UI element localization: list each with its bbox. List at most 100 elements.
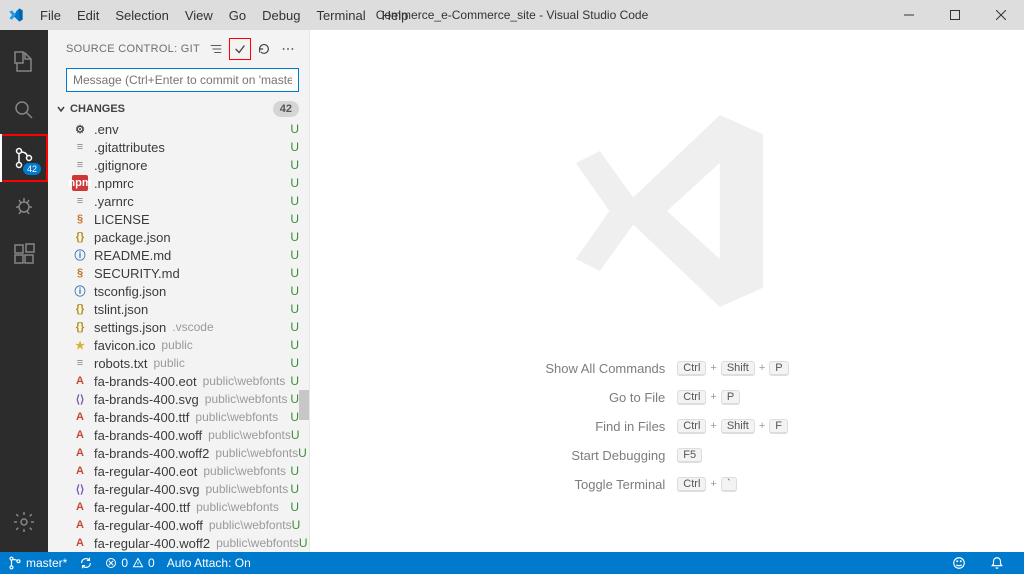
menu-debug[interactable]: Debug xyxy=(254,4,308,27)
file-path: public\webfonts xyxy=(205,392,288,406)
file-status: U xyxy=(290,500,299,514)
change-row[interactable]: Afa-brands-400.eotpublic\webfontsU xyxy=(48,372,309,390)
file-status: U xyxy=(290,374,299,388)
shortcut-keys: Ctrl+` xyxy=(677,477,788,492)
change-row[interactable]: {}package.jsonU xyxy=(48,228,309,246)
file-name: README.md xyxy=(94,248,171,263)
menu-go[interactable]: Go xyxy=(221,4,254,27)
change-row[interactable]: Afa-brands-400.ttfpublic\webfontsU xyxy=(48,408,309,426)
change-row[interactable]: Afa-regular-400.eotpublic\webfontsU xyxy=(48,462,309,480)
file-status: U xyxy=(290,248,299,262)
file-name: .gitattributes xyxy=(94,140,165,155)
menu-bar: FileEditSelectionViewGoDebugTerminalHelp xyxy=(32,4,416,27)
change-row[interactable]: ⓘREADME.mdU xyxy=(48,246,309,264)
status-bell[interactable] xyxy=(990,556,1004,570)
change-row[interactable]: ≡.yarnrcU xyxy=(48,192,309,210)
file-status: U xyxy=(290,302,299,316)
commit-check-icon[interactable] xyxy=(229,38,251,60)
sidebar-title: SOURCE CONTROL: GIT xyxy=(66,43,205,55)
commit-message-input[interactable] xyxy=(66,68,299,92)
file-name: LICENSE xyxy=(94,212,150,227)
menu-edit[interactable]: Edit xyxy=(69,4,107,27)
shortcut-label: Start Debugging xyxy=(545,448,665,463)
change-row[interactable]: Afa-brands-400.woffpublic\webfontsU xyxy=(48,426,309,444)
change-row[interactable]: ⟨⟩fa-regular-400.svgpublic\webfontsU xyxy=(48,480,309,498)
maximize-button[interactable] xyxy=(932,0,978,30)
file-name: robots.txt xyxy=(94,356,147,371)
file-name: fa-brands-400.woff xyxy=(94,428,202,443)
change-row[interactable]: §SECURITY.mdU xyxy=(48,264,309,282)
file-name: fa-regular-400.eot xyxy=(94,464,197,479)
change-row[interactable]: Afa-regular-400.ttfpublic\webfontsU xyxy=(48,498,309,516)
more-actions-icon[interactable] xyxy=(277,38,299,60)
file-status: U xyxy=(290,212,299,226)
file-status: U xyxy=(291,428,300,442)
scrollbar-thumb[interactable] xyxy=(299,390,309,420)
shortcut-keys: F5 xyxy=(677,448,788,463)
shortcut-keys: Ctrl+Shift+F xyxy=(677,419,788,434)
status-feedback[interactable] xyxy=(952,556,966,570)
shortcut-label: Show All Commands xyxy=(545,361,665,376)
changes-section-header[interactable]: CHANGES 42 xyxy=(48,98,309,120)
activity-extensions[interactable] xyxy=(0,230,48,278)
shortcut-keys: Ctrl+Shift+P xyxy=(677,361,788,376)
sidebar-header: SOURCE CONTROL: GIT xyxy=(48,30,309,66)
close-button[interactable] xyxy=(978,0,1024,30)
status-branch[interactable]: master* xyxy=(8,556,67,570)
minimize-button[interactable] xyxy=(886,0,932,30)
activity-explorer[interactable] xyxy=(0,38,48,86)
activity-debug[interactable] xyxy=(0,182,48,230)
changes-count-badge: 42 xyxy=(273,101,299,117)
change-row[interactable]: Afa-regular-400.woffpublic\webfontsU xyxy=(48,516,309,534)
file-name: fa-regular-400.woff xyxy=(94,518,203,533)
change-row[interactable]: {}settings.json.vscodeU xyxy=(48,318,309,336)
file-path: .vscode xyxy=(172,320,213,334)
change-row[interactable]: ≡robots.txtpublicU xyxy=(48,354,309,372)
change-row[interactable]: Afa-brands-400.woff2public\webfontsU xyxy=(48,444,309,462)
change-row[interactable]: {}tslint.jsonU xyxy=(48,300,309,318)
file-path: public\webfonts xyxy=(196,500,279,514)
change-row[interactable]: ⓘtsconfig.jsonU xyxy=(48,282,309,300)
status-auto-attach[interactable]: Auto Attach: On xyxy=(167,556,251,570)
activity-search[interactable] xyxy=(0,86,48,134)
status-problems[interactable]: 0 0 xyxy=(105,556,154,570)
menu-file[interactable]: File xyxy=(32,4,69,27)
file-status: U xyxy=(290,140,299,154)
change-row[interactable]: ≡.gitattributesU xyxy=(48,138,309,156)
menu-terminal[interactable]: Terminal xyxy=(308,4,373,27)
file-name: .gitignore xyxy=(94,158,147,173)
status-sync[interactable] xyxy=(79,556,93,570)
change-row[interactable]: ⚙.envU xyxy=(48,120,309,138)
menu-view[interactable]: View xyxy=(177,4,221,27)
file-status: U xyxy=(299,536,308,550)
scm-badge: 42 xyxy=(23,163,41,175)
change-row[interactable]: ★favicon.icopublicU xyxy=(48,336,309,354)
file-name: fa-brands-400.svg xyxy=(94,392,199,407)
change-row[interactable]: npm.npmrcU xyxy=(48,174,309,192)
change-row[interactable]: ⟨⟩fa-brands-400.svgpublic\webfontsU xyxy=(48,390,309,408)
file-name: package.json xyxy=(94,230,171,245)
file-status: U xyxy=(290,356,299,370)
welcome-shortcuts: Show All CommandsCtrl+Shift+PGo to FileC… xyxy=(545,361,788,492)
activity-source-control[interactable]: 42 xyxy=(0,134,48,182)
file-status: U xyxy=(290,410,299,424)
file-status: U xyxy=(290,122,299,136)
file-status: U xyxy=(290,266,299,280)
file-path: public\webfonts xyxy=(206,482,289,496)
refresh-icon[interactable] xyxy=(253,38,275,60)
change-row[interactable]: ≡.gitignoreU xyxy=(48,156,309,174)
file-name: fa-brands-400.ttf xyxy=(94,410,189,425)
file-name: tsconfig.json xyxy=(94,284,166,299)
file-path: public\webfonts xyxy=(216,536,299,550)
file-status: U xyxy=(290,230,299,244)
change-row[interactable]: Afa-regular-400.woff2public\webfontsU xyxy=(48,534,309,552)
file-status: U xyxy=(290,176,299,190)
menu-selection[interactable]: Selection xyxy=(107,4,176,27)
shortcut-label: Toggle Terminal xyxy=(545,477,665,492)
change-row[interactable]: §LICENSEU xyxy=(48,210,309,228)
shortcut-keys: Ctrl+P xyxy=(677,390,788,405)
title-bar: FileEditSelectionViewGoDebugTerminalHelp… xyxy=(0,0,1024,30)
file-path: public\webfonts xyxy=(209,518,292,532)
view-as-tree-icon[interactable] xyxy=(205,38,227,60)
activity-settings[interactable] xyxy=(0,498,48,546)
